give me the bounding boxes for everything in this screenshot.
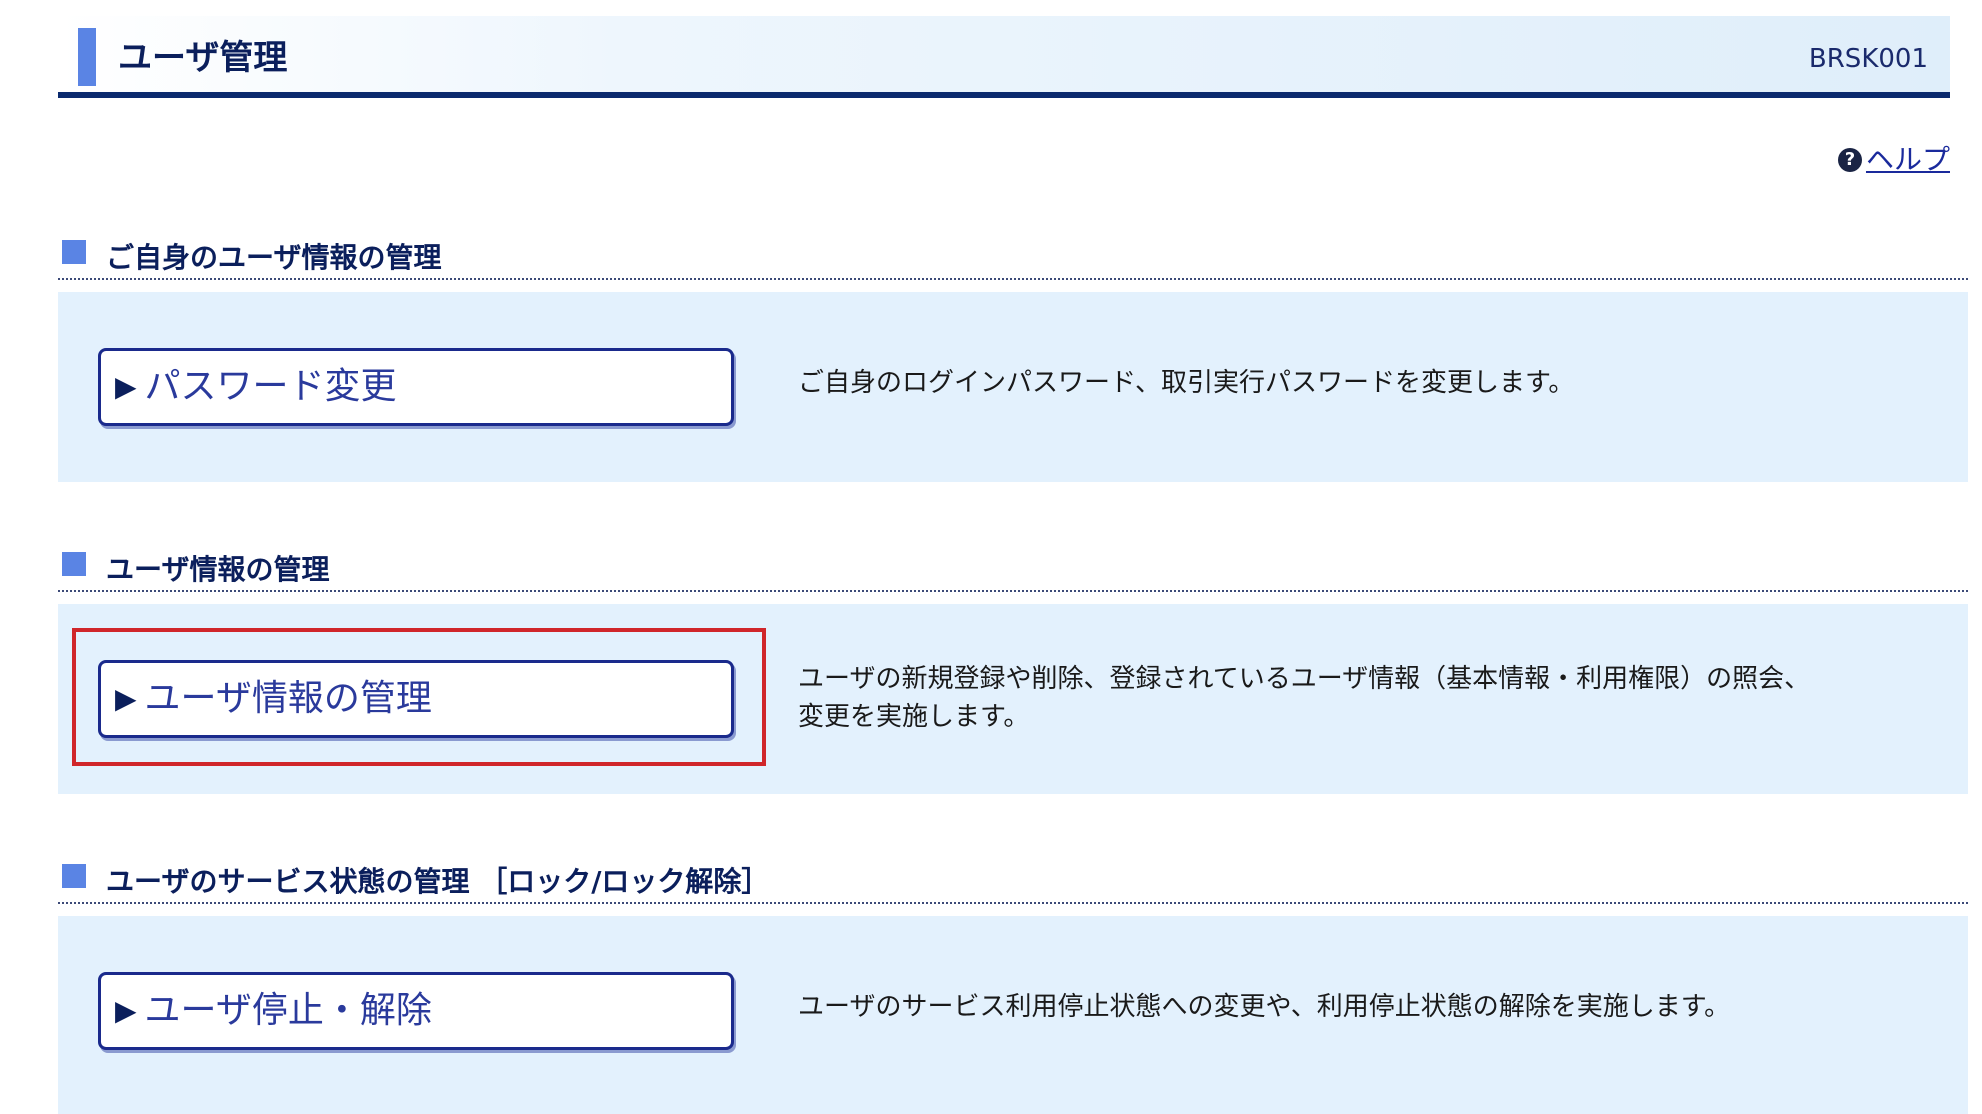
section-heading-service-status: ユーザのサービス状態の管理 ［ロック/ロック解除］: [58, 864, 1968, 904]
question-circle-icon: ?: [1837, 148, 1862, 172]
button-label: ユーザ停止・解除: [144, 990, 432, 1031]
header-accent-bar: [78, 28, 96, 86]
play-arrow-icon: ▶: [115, 370, 137, 403]
section-title: ユーザのサービス状態の管理 ［ロック/ロック解除］: [106, 865, 770, 898]
page: ユーザ管理 BRSK001 ? ヘルプ ご自身のユーザ情報の管理 ▶ パスワード…: [0, 0, 1982, 1114]
section-panel-user-info-management: ▶ ユーザ情報の管理 ユーザの新規登録や削除、登録されているユーザ情報（基本情報…: [58, 604, 1968, 794]
section-heading-own-user-info: ご自身のユーザ情報の管理: [58, 240, 1968, 280]
section-panel-own-user-info: ▶ パスワード変更 ご自身のログインパスワード、取引実行パスワードを変更します。: [58, 292, 1968, 482]
button-label: ユーザ情報の管理: [144, 678, 432, 719]
user-suspend-release-button[interactable]: ▶ ユーザ停止・解除: [98, 972, 734, 1050]
section-square-icon: [62, 552, 86, 576]
description-line: ユーザのサービス利用停止状態への変更や、利用停止状態の解除を実施します。: [798, 992, 1731, 1022]
page-title: ユーザ管理: [118, 38, 288, 78]
section-description: ユーザの新規登録や削除、登録されているユーザ情報（基本情報・利用権限）の照会、 …: [798, 660, 1810, 736]
play-arrow-icon: ▶: [115, 682, 137, 715]
description-line: 変更を実施します。: [798, 702, 1030, 732]
button-label: パスワード変更: [144, 366, 397, 407]
password-change-button[interactable]: ▶ パスワード変更: [98, 348, 734, 426]
section-description: ユーザのサービス利用停止状態への変更や、利用停止状態の解除を実施します。: [798, 988, 1730, 1026]
section-title: ご自身のユーザ情報の管理: [106, 241, 442, 274]
description-line: ユーザの新規登録や削除、登録されているユーザ情報（基本情報・利用権限）の照会、: [798, 664, 1811, 694]
play-arrow-icon: ▶: [115, 994, 137, 1027]
section-heading-user-info-management: ユーザ情報の管理: [58, 552, 1968, 592]
description-line: ご自身のログインパスワード、取引実行パスワードを変更します。: [798, 368, 1575, 398]
help-link[interactable]: ヘルプ: [1866, 142, 1950, 178]
section-square-icon: [62, 864, 86, 888]
section-title: ユーザ情報の管理: [106, 553, 330, 586]
section-description: ご自身のログインパスワード、取引実行パスワードを変更します。: [798, 364, 1574, 402]
section-square-icon: [62, 240, 86, 264]
screen-id: BRSK001: [1808, 44, 1928, 74]
section-panel-service-status: ▶ ユーザ停止・解除 ユーザのサービス利用停止状態への変更や、利用停止状態の解除…: [58, 916, 1968, 1114]
help-link-group[interactable]: ? ヘルプ: [1837, 142, 1950, 178]
user-info-management-button[interactable]: ▶ ユーザ情報の管理: [98, 660, 734, 738]
page-header: ユーザ管理 BRSK001: [58, 16, 1950, 98]
